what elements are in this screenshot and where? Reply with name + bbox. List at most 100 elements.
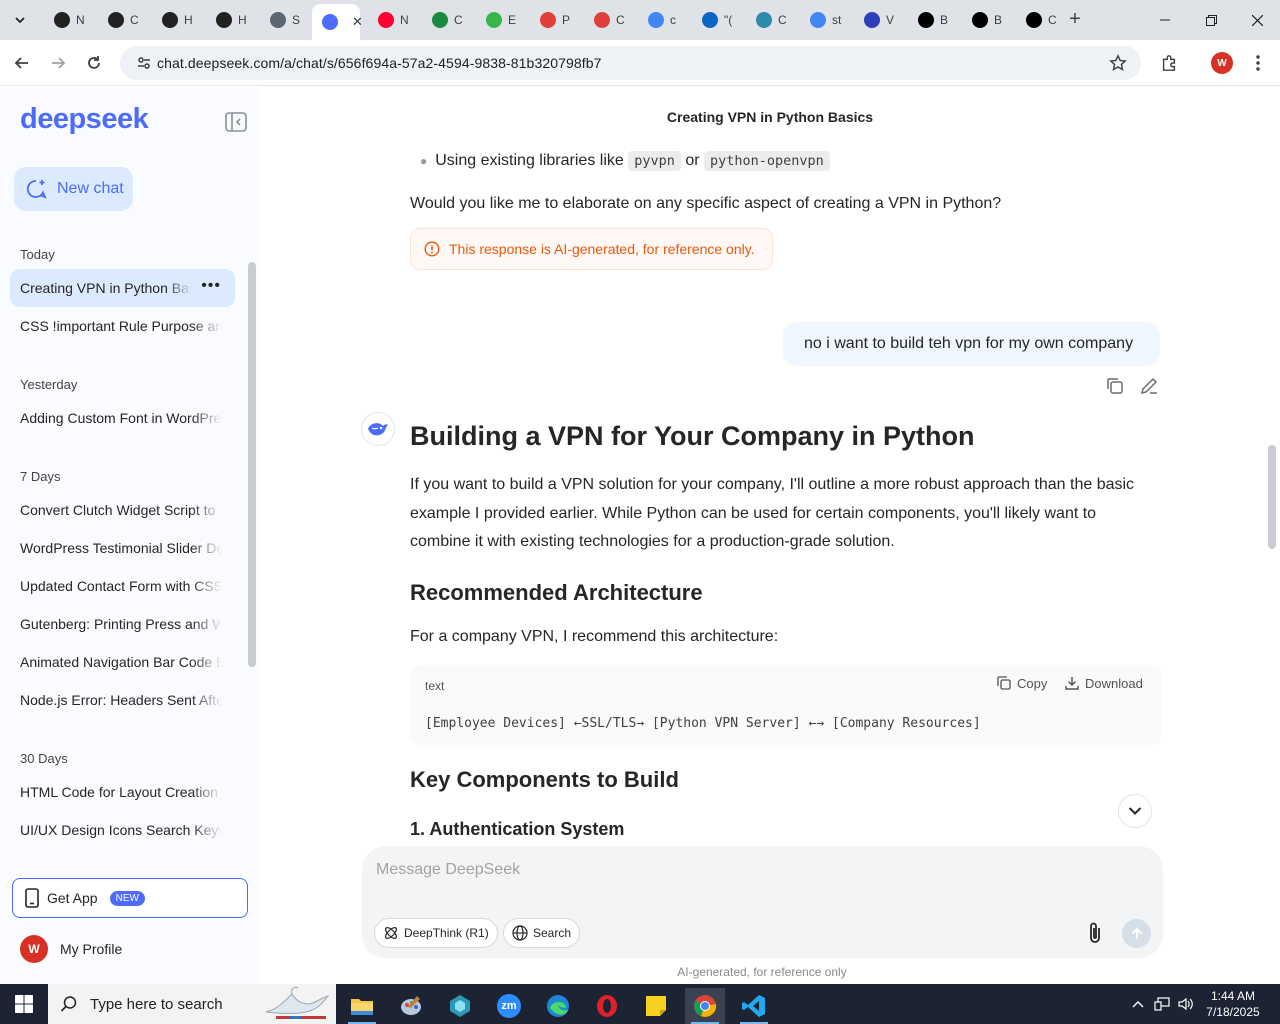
taskbar-app-vscode[interactable] [734, 988, 774, 1024]
browser-tab[interactable]: N [366, 6, 416, 34]
star-icon[interactable] [1109, 54, 1127, 72]
chat-history-item[interactable]: UI/UX Design Icons Search Keyw [10, 811, 235, 849]
chat-history-item[interactable]: CSS !important Rule Purpose and [10, 307, 235, 345]
site-settings-icon[interactable] [136, 55, 152, 71]
taskbar-app-chrome[interactable] [685, 988, 725, 1024]
browser-tab[interactable]: N [42, 6, 92, 34]
browser-tab[interactable]: C [96, 6, 146, 34]
taskbar-app-paint[interactable] [391, 988, 431, 1024]
chat-history-item[interactable]: Adding Custom Font in WordPress [10, 399, 235, 437]
clock-time: 1:44 AM [1210, 989, 1256, 1003]
tab-search-button[interactable] [8, 8, 32, 32]
diamond-icon [594, 12, 610, 28]
info-icon [424, 241, 440, 257]
network-button[interactable] [1150, 997, 1174, 1011]
chat-history-item[interactable]: Updated Contact Form with CSS [10, 567, 235, 605]
browser-menu-button[interactable] [1245, 50, 1271, 76]
chevron-up-icon [1132, 1001, 1144, 1008]
download-icon [1065, 677, 1079, 690]
browser-tab[interactable]: H [204, 6, 254, 34]
reload-button[interactable] [81, 50, 107, 76]
search-label: Search [533, 926, 572, 940]
atom-icon [385, 927, 397, 939]
minimize-button[interactable] [1142, 0, 1188, 40]
tray-overflow-button[interactable] [1126, 1000, 1150, 1008]
openai-icon [54, 12, 70, 28]
url-text[interactable]: chat.deepseek.com/a/chat/s/656f694a-57a2… [157, 55, 602, 71]
browser-tab[interactable]: B [960, 6, 1010, 34]
taskbar-file-explorer[interactable] [342, 988, 382, 1024]
taskbar-app-hex[interactable] [440, 988, 480, 1024]
sidebar-scrollbar[interactable] [248, 262, 256, 667]
taskbar-app-zoom[interactable]: zm [489, 988, 529, 1024]
my-profile-button[interactable]: W My Profile [20, 935, 122, 963]
chat-history-title: Updated Contact Form with CSS [20, 578, 222, 594]
chat-history-item[interactable]: HTML Code for Layout Creation I [10, 773, 235, 811]
edit-message-button[interactable] [1139, 376, 1159, 401]
browser-tab[interactable]: S [258, 6, 308, 34]
browser-tab[interactable]: B [906, 6, 956, 34]
tab-label: C [616, 13, 625, 27]
scroll-to-bottom-button[interactable] [1118, 794, 1152, 828]
browser-tab[interactable]: C [744, 6, 794, 34]
chat-history-item[interactable]: Creating VPN in Python Basics ••• [10, 269, 235, 307]
chat-options-button[interactable]: ••• [201, 277, 221, 295]
browser-tab[interactable]: C [582, 6, 632, 34]
deepseek-logo[interactable]: deepseek [20, 103, 149, 136]
new-tab-button[interactable]: + [1064, 9, 1086, 31]
close-tab-icon[interactable]: ✕ [352, 14, 363, 30]
close-window-button[interactable] [1234, 0, 1280, 40]
chat-history-item[interactable]: Convert Clutch Widget Script to [10, 491, 235, 529]
browser-tab[interactable]: st [798, 6, 848, 34]
taskbar-clock[interactable]: 1:44 AM 7/18/2025 [1198, 988, 1268, 1020]
message-input[interactable] [376, 858, 1076, 882]
send-button[interactable] [1122, 919, 1151, 948]
taskbar-app-opera[interactable] [587, 988, 627, 1024]
attach-file-button[interactable] [1083, 919, 1107, 947]
browser-profile-avatar[interactable]: W [1211, 52, 1233, 74]
chat-history-item[interactable]: Animated Navigation Bar Code E [10, 643, 235, 681]
tab-label: V [886, 13, 895, 27]
forward-button[interactable] [45, 50, 71, 76]
download-code-button[interactable]: Download [1064, 675, 1143, 691]
volume-button[interactable] [1174, 997, 1198, 1011]
chat-history-item[interactable]: Gutenberg: Printing Press and W [10, 605, 235, 643]
back-button[interactable] [9, 50, 35, 76]
avatar: W [20, 935, 48, 963]
browser-tab[interactable]: c [636, 6, 686, 34]
browser-tab[interactable]: C [420, 6, 470, 34]
restore-button[interactable] [1188, 0, 1234, 40]
deepthink-toggle[interactable]: DeepThink (R1) [374, 918, 498, 948]
extensions-button[interactable] [1156, 50, 1182, 76]
browser-tab[interactable]: "( [690, 6, 740, 34]
chat-scrollbar[interactable] [1268, 445, 1276, 549]
puzzle-icon [1162, 55, 1176, 71]
start-button[interactable] [0, 984, 48, 1024]
taskbar-app-sticky-notes[interactable] [636, 988, 676, 1024]
heading-components: Key Components to Build [410, 767, 679, 792]
copy-message-button[interactable] [1105, 376, 1125, 401]
chat-history-item[interactable]: Node.js Error: Headers Sent After [10, 681, 235, 719]
new-chat-icon [26, 180, 47, 199]
browser-tab[interactable]: V [852, 6, 902, 34]
search-toggle[interactable]: Search [503, 918, 581, 948]
chat-history-item[interactable]: WordPress Testimonial Slider Design [10, 529, 235, 567]
taskbar-search[interactable]: Type here to search [48, 984, 336, 1024]
heading-architecture: Recommended Architecture [410, 580, 703, 605]
taskbar-app-edge[interactable] [538, 988, 578, 1024]
browser-tab[interactable]: P [528, 6, 578, 34]
browser-tab[interactable]: C✕ [312, 4, 363, 40]
copy-code-button[interactable]: Copy [996, 675, 1047, 691]
browser-tab[interactable]: H [150, 6, 200, 34]
address-bar[interactable]: chat.deepseek.com/a/chat/s/656f694a-57a2… [120, 46, 1141, 80]
chat-history-title: CSS !important Rule Purpose and [20, 318, 222, 334]
get-app-button[interactable]: Get App NEW [12, 878, 248, 918]
arrow-up-icon [1131, 927, 1142, 939]
palette-icon [401, 996, 421, 1015]
collapse-sidebar-button[interactable] [224, 110, 248, 134]
new-chat-button[interactable]: New chat [14, 167, 133, 211]
chevron-down-icon [15, 17, 25, 24]
show-desktop-button[interactable] [1268, 984, 1280, 1024]
browser-tab[interactable]: C [1014, 6, 1064, 34]
browser-tab[interactable]: E [474, 6, 524, 34]
